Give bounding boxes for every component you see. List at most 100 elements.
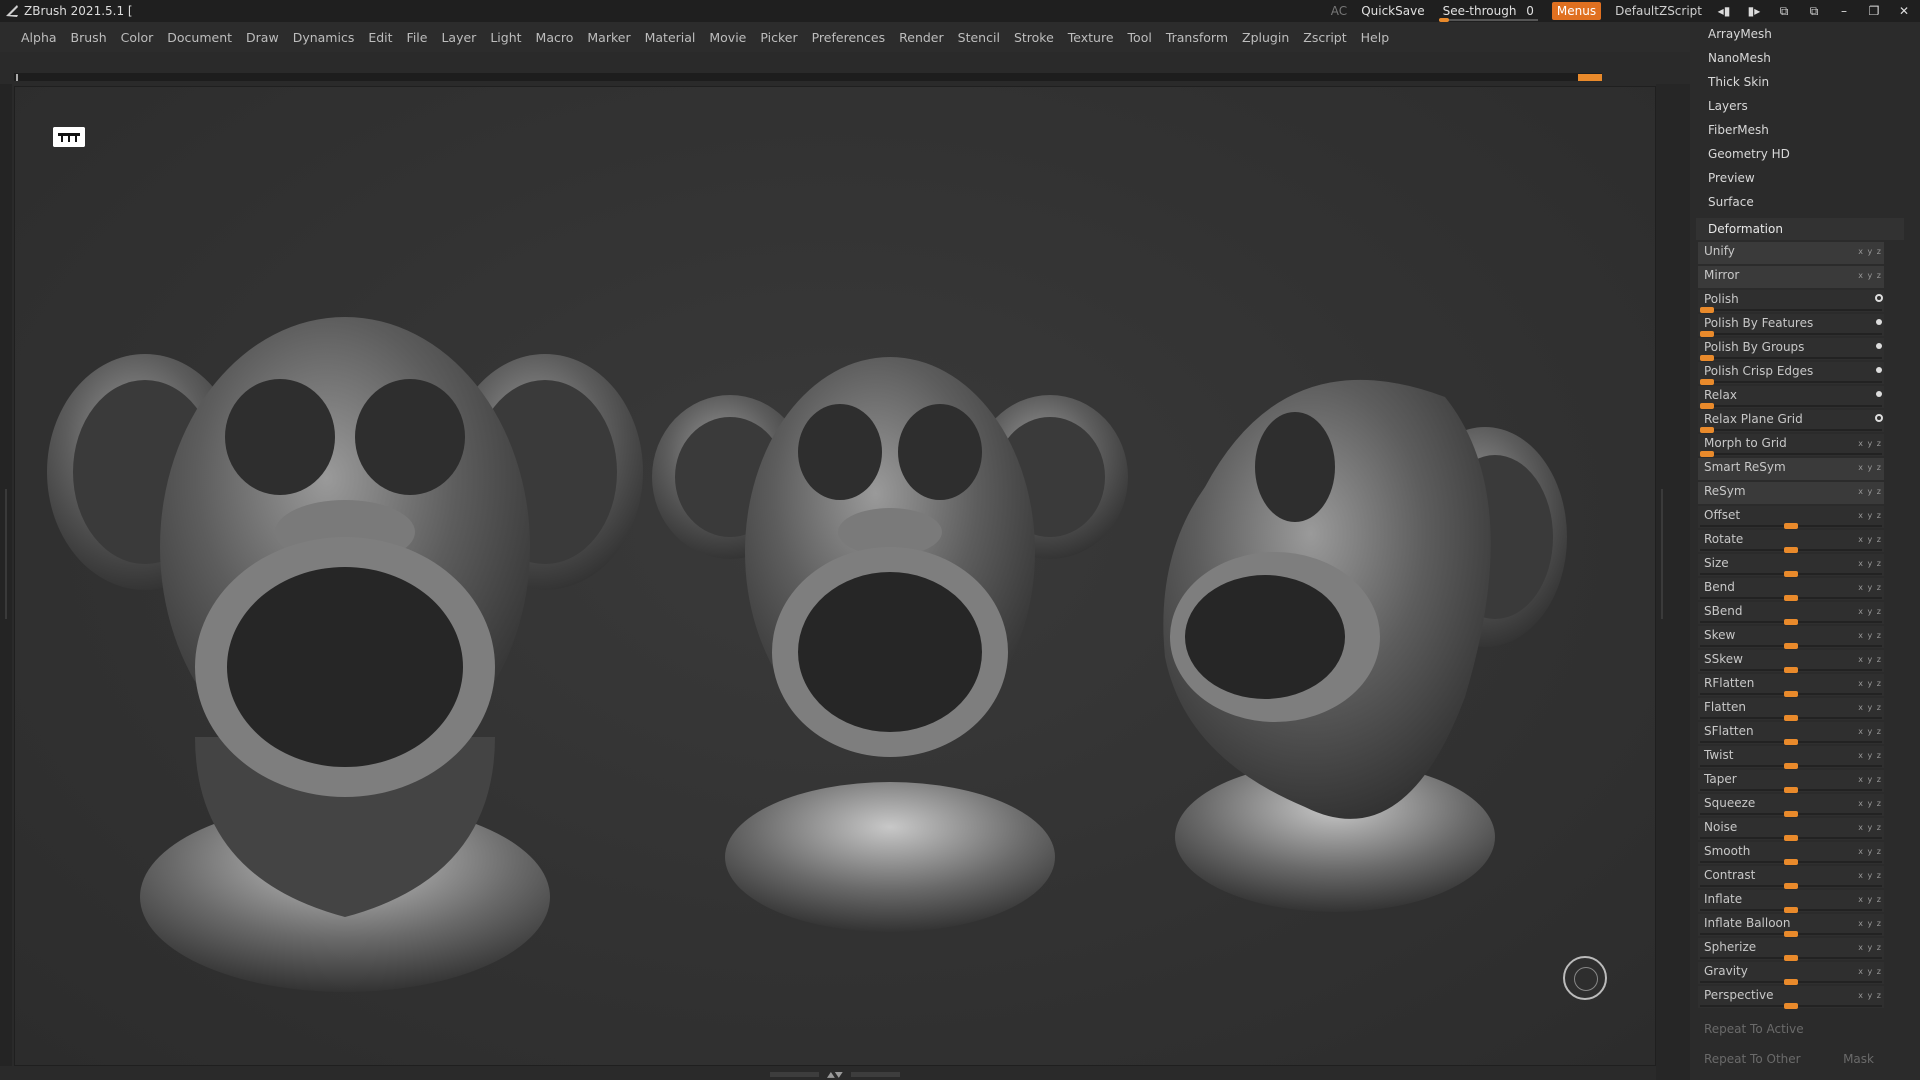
menu-file[interactable]: File — [400, 30, 435, 45]
see-through-slider[interactable]: See-through 0 — [1438, 4, 1538, 22]
tray-right-icon[interactable]: ▮▸ — [1746, 4, 1762, 18]
slider-knob[interactable] — [1784, 523, 1798, 529]
axis-flags[interactable]: x y z — [1858, 483, 1882, 501]
menu-preferences[interactable]: Preferences — [805, 30, 893, 45]
slider-knob[interactable] — [1784, 979, 1798, 985]
deformation-flatten-slider[interactable]: Flatten x y z — [1698, 698, 1884, 721]
slider-knob[interactable] — [1700, 331, 1714, 337]
slider-knob[interactable] — [1700, 379, 1714, 385]
document-canvas[interactable] — [14, 86, 1656, 1066]
deformation-relax-slider[interactable]: Relax — [1698, 386, 1884, 409]
slider-knob[interactable] — [1700, 403, 1714, 409]
slider-knob[interactable] — [1784, 907, 1798, 913]
axis-flags[interactable]: x y z — [1858, 723, 1882, 741]
menu-material[interactable]: Material — [638, 30, 703, 45]
menu-texture[interactable]: Texture — [1061, 30, 1121, 45]
menu-macro[interactable]: Macro — [529, 30, 581, 45]
deformation-rotate-slider[interactable]: Rotate x y z — [1698, 530, 1884, 553]
slider-knob[interactable] — [1784, 595, 1798, 601]
subpalette-nanomesh[interactable]: NanoMesh — [1690, 46, 1920, 70]
deformation-resym-button[interactable]: ReSym x y z — [1698, 482, 1884, 504]
slider-knob[interactable] — [1784, 571, 1798, 577]
toggle-dot-icon[interactable] — [1876, 343, 1882, 349]
subpalette-geometry-hd[interactable]: Geometry HD — [1690, 142, 1920, 166]
axis-flags[interactable]: x y z — [1858, 555, 1882, 573]
toggle-ring-icon[interactable] — [1875, 294, 1883, 302]
axis-flags[interactable]: x y z — [1858, 603, 1882, 621]
axis-flags[interactable]: x y z — [1858, 795, 1882, 813]
menu-transform[interactable]: Transform — [1159, 30, 1235, 45]
deformation-size-slider[interactable]: Size x y z — [1698, 554, 1884, 577]
menu-color[interactable]: Color — [114, 30, 161, 45]
subpalette-layers[interactable]: Layers — [1690, 94, 1920, 118]
slider-knob[interactable] — [1784, 739, 1798, 745]
axis-flags[interactable]: x y z — [1858, 675, 1882, 693]
menu-dynamics[interactable]: Dynamics — [286, 30, 362, 45]
deformation-polish-by-groups-slider[interactable]: Polish By Groups — [1698, 338, 1884, 361]
subpalette-preview[interactable]: Preview — [1690, 166, 1920, 190]
axis-flags[interactable]: x y z — [1858, 867, 1882, 885]
deformation-unify-button[interactable]: Unify x y z — [1698, 242, 1884, 264]
slider-knob[interactable] — [1784, 1003, 1798, 1009]
monkey-model-side[interactable] — [1145, 337, 1605, 937]
deformation-polish-by-features-slider[interactable]: Polish By Features — [1698, 314, 1884, 337]
menu-brush[interactable]: Brush — [64, 30, 114, 45]
deformation-rflatten-slider[interactable]: RFlatten x y z — [1698, 674, 1884, 697]
monkey-model-middle[interactable] — [650, 327, 1130, 957]
slider-knob[interactable] — [1700, 427, 1714, 433]
menu-light[interactable]: Light — [483, 30, 528, 45]
axis-flags[interactable]: x y z — [1858, 771, 1882, 789]
slider-knob[interactable] — [1784, 667, 1798, 673]
bottom-tray-handle[interactable] — [770, 1070, 901, 1078]
deformation-sflatten-slider[interactable]: SFlatten x y z — [1698, 722, 1884, 745]
menus-toggle-button[interactable]: Menus — [1551, 2, 1602, 20]
menu-render[interactable]: Render — [892, 30, 951, 45]
menu-stroke[interactable]: Stroke — [1007, 30, 1061, 45]
axis-flags[interactable]: x y z — [1858, 459, 1882, 477]
axis-flags[interactable]: x y z — [1858, 891, 1882, 909]
menu-zplugin[interactable]: Zplugin — [1235, 30, 1296, 45]
menu-layer[interactable]: Layer — [434, 30, 483, 45]
menu-movie[interactable]: Movie — [702, 30, 753, 45]
repeat-to-active-button[interactable]: Repeat To Active — [1698, 1020, 1892, 1042]
menu-draw[interactable]: Draw — [239, 30, 286, 45]
menu-picker[interactable]: Picker — [753, 30, 804, 45]
close-icon[interactable]: ✕ — [1896, 4, 1912, 18]
subpalette-deformation-header[interactable]: Deformation — [1696, 218, 1904, 240]
deformation-offset-slider[interactable]: Offset x y z — [1698, 506, 1884, 529]
slider-knob[interactable] — [1784, 619, 1798, 625]
deformation-spherize-slider[interactable]: Spherize x y z — [1698, 938, 1884, 961]
top-shelf-strip[interactable] — [14, 73, 1602, 81]
menu-tool[interactable]: Tool — [1121, 30, 1159, 45]
slider-knob[interactable] — [1784, 691, 1798, 697]
left-tray[interactable] — [0, 84, 12, 1066]
slider-knob[interactable] — [1784, 811, 1798, 817]
slider-knob[interactable] — [1700, 355, 1714, 361]
deformation-noise-slider[interactable]: Noise x y z — [1698, 818, 1884, 841]
deformation-inflate-slider[interactable]: Inflate x y z — [1698, 890, 1884, 913]
toggle-dot-icon[interactable] — [1876, 367, 1882, 373]
axis-flags[interactable]: x y z — [1858, 987, 1882, 1005]
slider-knob[interactable] — [1784, 715, 1798, 721]
deformation-sskew-slider[interactable]: SSkew x y z — [1698, 650, 1884, 673]
deformation-polish-crisp-edges-slider[interactable]: Polish Crisp Edges — [1698, 362, 1884, 385]
axis-flags[interactable]: x y z — [1858, 939, 1882, 957]
menu-marker[interactable]: Marker — [580, 30, 637, 45]
slider-knob[interactable] — [1784, 643, 1798, 649]
toggle-dot-icon[interactable] — [1876, 319, 1882, 325]
tray-left-icon[interactable]: ◂▮ — [1716, 4, 1732, 18]
menu-zscript[interactable]: Zscript — [1296, 30, 1353, 45]
axis-flags[interactable]: x y z — [1858, 915, 1882, 933]
axis-flags[interactable]: x y z — [1858, 747, 1882, 765]
paste-layout-icon[interactable]: ⧉ — [1806, 4, 1822, 19]
deformation-skew-slider[interactable]: Skew x y z — [1698, 626, 1884, 649]
deformation-mirror-button[interactable]: Mirror x y z — [1698, 266, 1884, 288]
axis-flags[interactable]: x y z — [1858, 963, 1882, 981]
deformation-relax-plane-grid-slider[interactable]: Relax Plane Grid — [1698, 410, 1884, 433]
monkey-model-front[interactable] — [45, 277, 645, 1017]
repeat-to-other-button[interactable]: Repeat To Other — [1704, 1052, 1801, 1066]
minimize-icon[interactable]: – — [1836, 4, 1852, 18]
axis-flags[interactable]: x y z — [1858, 267, 1882, 285]
right-tray-handle[interactable] — [1661, 489, 1663, 619]
menu-help[interactable]: Help — [1354, 30, 1397, 45]
